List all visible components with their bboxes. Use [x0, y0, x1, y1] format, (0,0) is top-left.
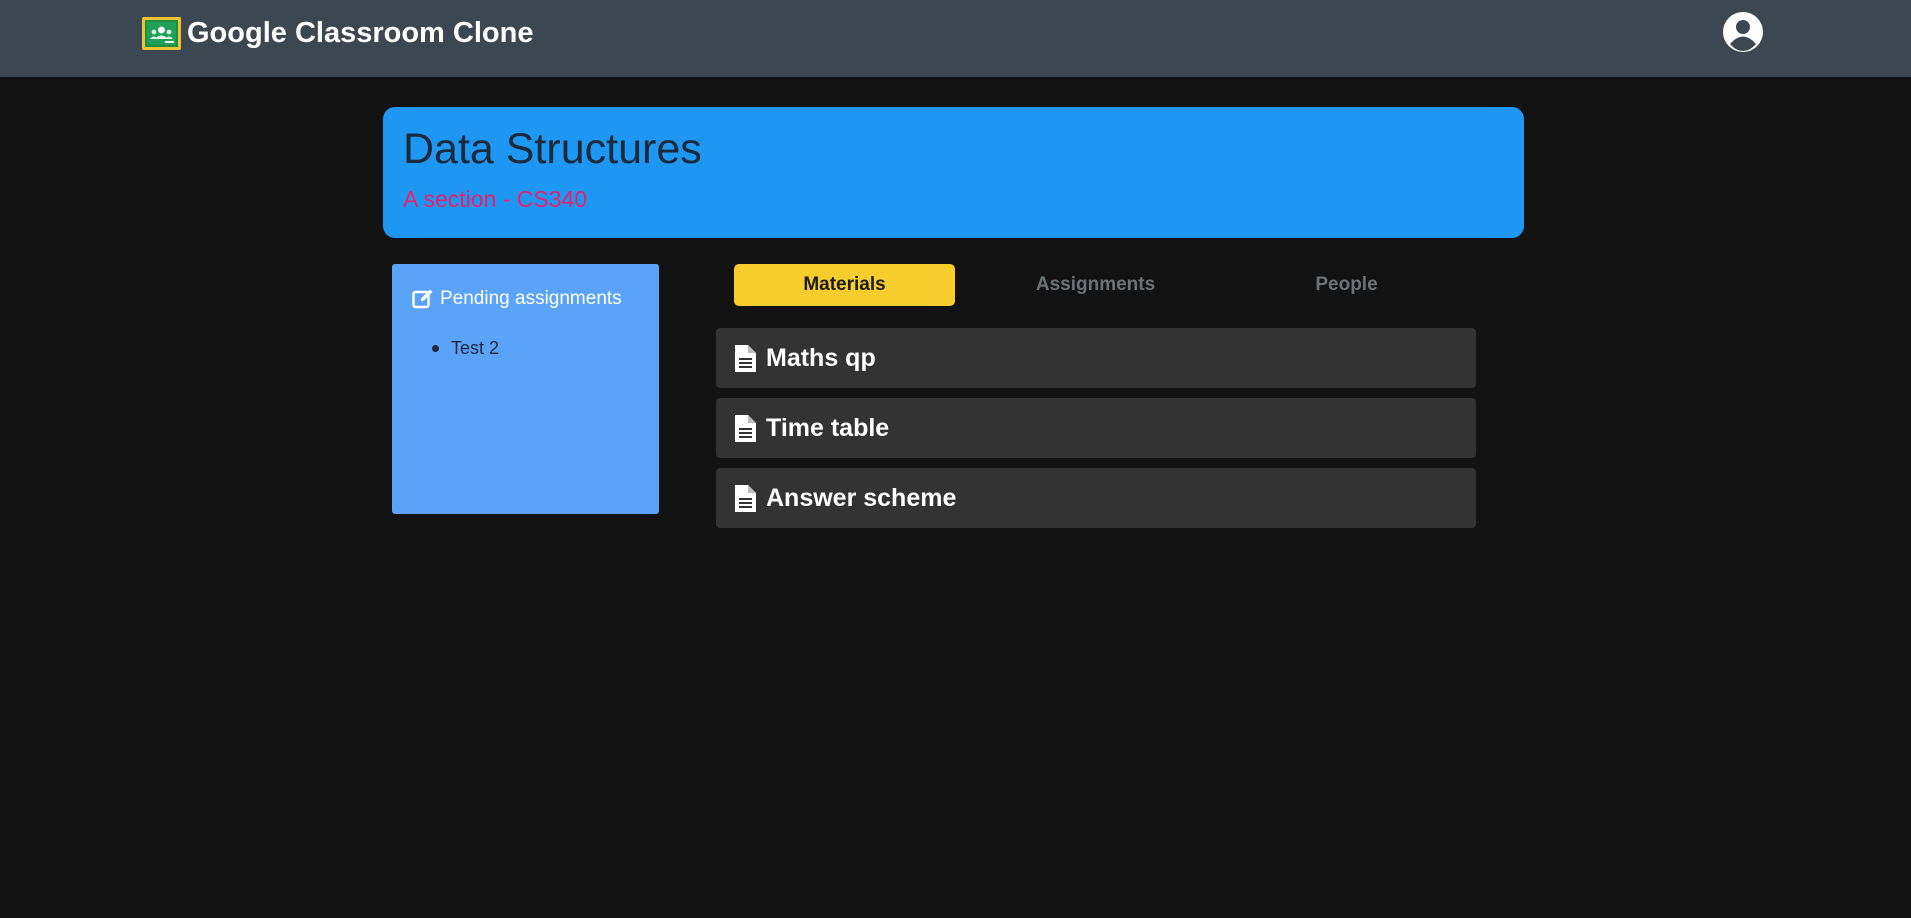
google-classroom-logo-icon [142, 16, 181, 50]
material-title: Answer scheme [766, 483, 957, 512]
top-navbar: Google Classroom Clone [0, 0, 1911, 77]
bullet-icon [432, 345, 439, 352]
tab-materials[interactable]: Materials [734, 264, 955, 306]
pending-assignment-label: Test 2 [451, 338, 500, 358]
pending-assignments-label: Pending assignments [440, 288, 622, 309]
edit-icon [412, 289, 433, 309]
account-button[interactable] [1722, 11, 1764, 53]
tab-people[interactable]: People [1236, 264, 1457, 306]
brand-title: Google Classroom Clone [187, 16, 534, 49]
class-banner: Data Structures A section - CS340 [383, 107, 1524, 238]
file-document-icon [735, 414, 756, 442]
brand-link[interactable]: Google Classroom Clone [142, 15, 533, 51]
class-subtitle: A section - CS340 [403, 186, 588, 212]
user-circle-icon [1723, 12, 1763, 52]
pending-assignments-heading: Pending assignments [412, 288, 622, 310]
material-title: Maths qp [766, 343, 876, 372]
material-item[interactable]: Maths qp [716, 328, 1476, 388]
file-document-icon [735, 484, 756, 512]
material-title: Time table [766, 413, 890, 442]
pending-assignments-card: Pending assignments Test 2 [392, 264, 659, 514]
pending-assignments-list: Test 2 [432, 338, 499, 359]
file-document-icon [735, 344, 756, 372]
class-title: Data Structures [403, 125, 702, 173]
material-item[interactable]: Answer scheme [716, 468, 1476, 528]
tab-assignments[interactable]: Assignments [985, 264, 1206, 306]
material-item[interactable]: Time table [716, 398, 1476, 458]
pending-assignment-item[interactable]: Test 2 [432, 338, 499, 359]
